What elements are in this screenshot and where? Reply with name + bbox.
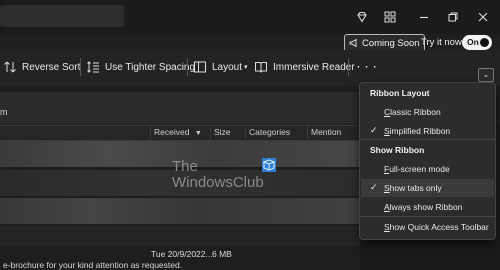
reverse-sort-label: Reverse Sort (22, 61, 81, 73)
grid-apps-icon[interactable] (383, 11, 397, 25)
diamond-icon[interactable] (355, 11, 369, 25)
menu-item-full-screen-mode[interactable]: Full-screen mode (384, 164, 450, 174)
reverse-sort-button[interactable]: Reverse Sort (3, 56, 80, 78)
menu-item-show-tabs-only[interactable]: Show tabs only (384, 183, 442, 193)
menu-heading-show-ribbon: Show Ribbon (370, 145, 425, 155)
message-preview: e-brochure for your kind attention as re… (3, 260, 183, 270)
minimize-icon[interactable] (417, 11, 431, 25)
ribbon-divider (80, 58, 81, 76)
menu-item-quick-access-toolbar[interactable]: Show Quick Access Toolbar (384, 222, 489, 232)
menu-item-always-show-ribbon[interactable]: Always show Ribbon (384, 202, 462, 212)
layout-button[interactable]: Layout ▾ (193, 56, 248, 78)
menu-divider (360, 139, 495, 140)
menu-item-classic-ribbon[interactable]: Classic Ribbon (384, 107, 441, 117)
watermark-line1: The (172, 158, 198, 175)
tighter-spacing-label: Use Tighter Spacing (105, 61, 196, 73)
menu-heading-ribbon-layout: Ribbon Layout (370, 88, 430, 98)
ribbon-divider (187, 58, 188, 76)
column-size[interactable]: Size (210, 125, 246, 139)
ribbon-display-options-button[interactable]: ⌄ (478, 68, 494, 82)
more-options-button[interactable]: · · · (357, 56, 378, 78)
sort-arrows-icon (4, 61, 16, 73)
try-it-now-label: Try it now (421, 37, 462, 48)
filter-bar (0, 92, 360, 124)
search-box[interactable] (0, 5, 124, 27)
sort-descending-icon: ▼ (194, 130, 202, 137)
toggle-label: On (467, 37, 479, 47)
bottom-row-received: Tue 20/9/2022... (151, 249, 213, 259)
watermark-line2: WindowsClub (172, 174, 264, 191)
tighter-spacing-button[interactable]: Use Tighter Spacing (86, 56, 195, 78)
bottom-row-size: 6 MB (212, 249, 232, 259)
toggle-knob (480, 38, 489, 47)
ribbon-divider (348, 58, 349, 76)
menu-item-simplified-ribbon[interactable]: Simplified Ribbon (384, 126, 450, 136)
ribbon-options-menu: Ribbon Layout Classic Ribbon ✓ Simplifie… (359, 82, 496, 240)
column-categories[interactable]: Categories (245, 125, 307, 139)
spacing-icon (87, 61, 99, 73)
checkmark-icon: ✓ (370, 125, 378, 135)
layout-icon (194, 61, 206, 73)
watermark-logo-icon (262, 158, 276, 172)
column-mention[interactable]: Mention (307, 125, 363, 139)
chevron-down-icon: ▾ (244, 64, 248, 71)
megaphone-icon (349, 38, 357, 48)
new-outlook-toggle[interactable]: On (462, 35, 492, 50)
close-icon[interactable] (476, 11, 490, 25)
menu-divider (360, 216, 495, 217)
filter-label: m (0, 107, 8, 117)
list-item[interactable] (0, 226, 360, 246)
restore-icon[interactable] (446, 11, 460, 25)
coming-soon-label: Coming Soon (362, 37, 420, 49)
immersive-reader-icon (255, 62, 267, 73)
column-received-label: Received (154, 127, 190, 137)
checkmark-icon: ✓ (370, 182, 378, 192)
immersive-reader-button[interactable]: Immersive Reader (254, 56, 355, 78)
layout-label: Layout (212, 61, 243, 73)
column-received[interactable]: Received ▼ (150, 125, 210, 139)
immersive-reader-label: Immersive Reader (273, 61, 355, 73)
list-item[interactable] (0, 198, 360, 224)
